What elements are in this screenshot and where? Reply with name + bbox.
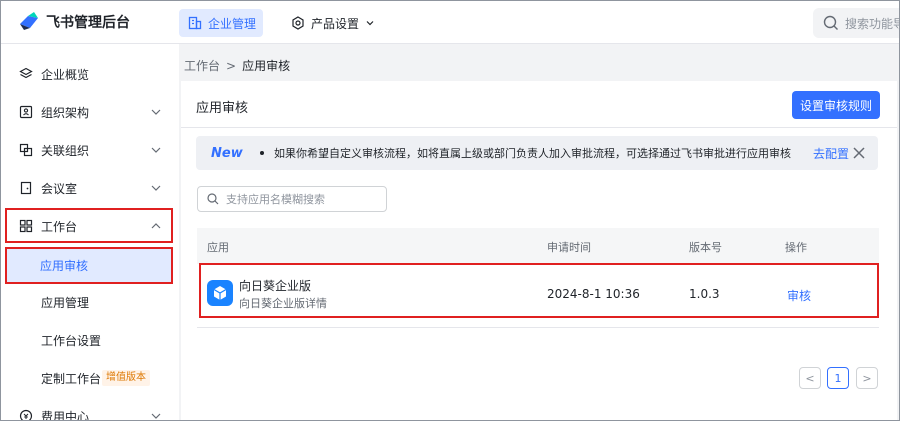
sidebar-item-linked-org[interactable]: 关联组织 [1, 132, 179, 168]
premium-badge: 增值版本 [102, 370, 150, 386]
sidebar-item-label: 关联组织 [41, 143, 90, 158]
link-org-icon [19, 143, 33, 157]
column-header-apply-time: 申请时间 [547, 241, 591, 254]
global-search-input[interactable]: 搜索功能导 [813, 8, 900, 38]
nav-product-settings-label: 产品设置 [311, 16, 360, 31]
global-search-placeholder: 搜索功能导 [845, 16, 900, 31]
app-window: 飞书管理后台 企业管理 产品设置 搜索功能导 企业概览 组织架构 关联组织 会议… [0, 0, 900, 421]
column-header-action: 操作 [785, 241, 807, 254]
apply-time-cell: 2024-8-1 10:36 [547, 287, 640, 301]
sidebar-item-label: 费用中心 [41, 409, 90, 421]
sidebar-item-workbench[interactable]: 工作台 [1, 208, 179, 244]
pagination-page-1[interactable]: 1 [827, 367, 849, 389]
nav-product-settings[interactable]: 产品设置 [291, 9, 375, 37]
feishu-logo-icon [20, 12, 38, 30]
breadcrumb: 工作台 > 应用审核 [184, 57, 290, 74]
layers-icon [19, 67, 33, 79]
top-bar: 飞书管理后台 企业管理 产品设置 搜索功能导 [1, 1, 899, 44]
chevron-down-icon [151, 147, 161, 153]
breadcrumb-separator: > [226, 58, 237, 73]
breadcrumb-root[interactable]: 工作台 [184, 57, 220, 74]
bullet-dot [260, 151, 264, 155]
page-title: 应用审核 [196, 101, 249, 116]
table-header: 应用 申请时间 版本号 操作 [197, 228, 879, 264]
sidebar-item-overview[interactable]: 企业概览 [1, 56, 179, 92]
version-cell: 1.0.3 [689, 287, 720, 301]
app-search-field[interactable] [197, 186, 387, 212]
sidebar-item-label: 组织架构 [41, 105, 90, 120]
chevron-down-icon [151, 185, 161, 191]
configure-link[interactable]: 去配置 [813, 145, 849, 162]
sidebar-item-custom-workbench[interactable]: 定制工作台 增值版本 [1, 360, 179, 396]
app-search-input[interactable] [226, 192, 376, 206]
sidebar-item-label: 会议室 [41, 181, 78, 196]
sidebar-item-label: 工作台设置 [41, 333, 102, 348]
app-icon [207, 280, 233, 306]
chevron-down-icon [366, 21, 374, 26]
new-tag: New [211, 145, 243, 161]
sidebar: 企业概览 组织架构 关联组织 会议室 工作台 应用审核 应用管理 工作台设置 定… [1, 44, 179, 421]
review-link[interactable]: 审核 [787, 287, 811, 304]
close-icon[interactable] [852, 146, 866, 160]
sidebar-item-workbench-settings[interactable]: 工作台设置 [1, 322, 179, 358]
main-content: 工作台 > 应用审核 应用审核 设置审核规则 New 如果你希望自定义审核流程，… [179, 44, 899, 420]
sidebar-item-meeting-room[interactable]: 会议室 [1, 170, 179, 206]
sidebar-item-app-management[interactable]: 应用管理 [1, 284, 179, 320]
review-card: 应用审核 设置审核规则 New 如果你希望自定义审核流程，如将直属上级或部门负责… [181, 81, 897, 420]
door-icon [20, 181, 32, 195]
app-name[interactable]: 向日葵企业版 [239, 277, 311, 294]
logo[interactable]: 飞书管理后台 [18, 12, 130, 32]
grid-icon [19, 219, 33, 233]
sidebar-item-label: 企业概览 [41, 67, 90, 82]
sidebar-item-app-review[interactable]: 应用审核 [7, 247, 173, 283]
search-icon [823, 15, 838, 30]
settings-icon [292, 16, 304, 30]
sidebar-item-org[interactable]: 组织架构 [1, 94, 179, 130]
chevron-down-icon [151, 109, 161, 115]
app-description: 向日葵企业版详情 [239, 297, 327, 310]
nav-enterprise-management[interactable]: 企业管理 [179, 9, 263, 37]
chevron-down-icon [151, 413, 161, 419]
building-icon [188, 16, 202, 30]
column-header-version: 版本号 [689, 241, 722, 254]
chevron-up-icon [151, 223, 161, 229]
logo-text: 飞书管理后台 [46, 15, 130, 31]
org-icon [19, 105, 33, 119]
pagination-next-button[interactable]: > [856, 367, 878, 389]
sidebar-item-label: 定制工作台 [41, 371, 102, 386]
table-row: 向日葵企业版 向日葵企业版详情 2024-8-1 10:36 1.0.3 审核 [197, 264, 879, 328]
sidebar-item-billing[interactable]: 费用中心 [1, 398, 179, 421]
cube-icon [213, 286, 227, 300]
divider [181, 127, 897, 128]
sidebar-item-label: 应用管理 [41, 295, 90, 310]
sidebar-item-label: 工作台 [41, 219, 78, 234]
set-review-rules-button[interactable]: 设置审核规则 [792, 91, 880, 119]
search-icon [207, 193, 219, 205]
sidebar-item-label: 应用审核 [40, 258, 89, 273]
coin-icon [19, 409, 33, 420]
pagination-prev-button[interactable]: < [799, 367, 821, 389]
nav-enterprise-management-label: 企业管理 [208, 16, 257, 31]
notice-banner: New 如果你希望自定义审核流程，如将直属上级或部门负责人加入审批流程，可选择通… [196, 136, 878, 170]
breadcrumb-current: 应用审核 [242, 59, 291, 73]
notice-message: 如果你希望自定义审核流程，如将直属上级或部门负责人加入审批流程，可选择通过飞书审… [274, 147, 791, 160]
column-header-app: 应用 [207, 241, 229, 254]
